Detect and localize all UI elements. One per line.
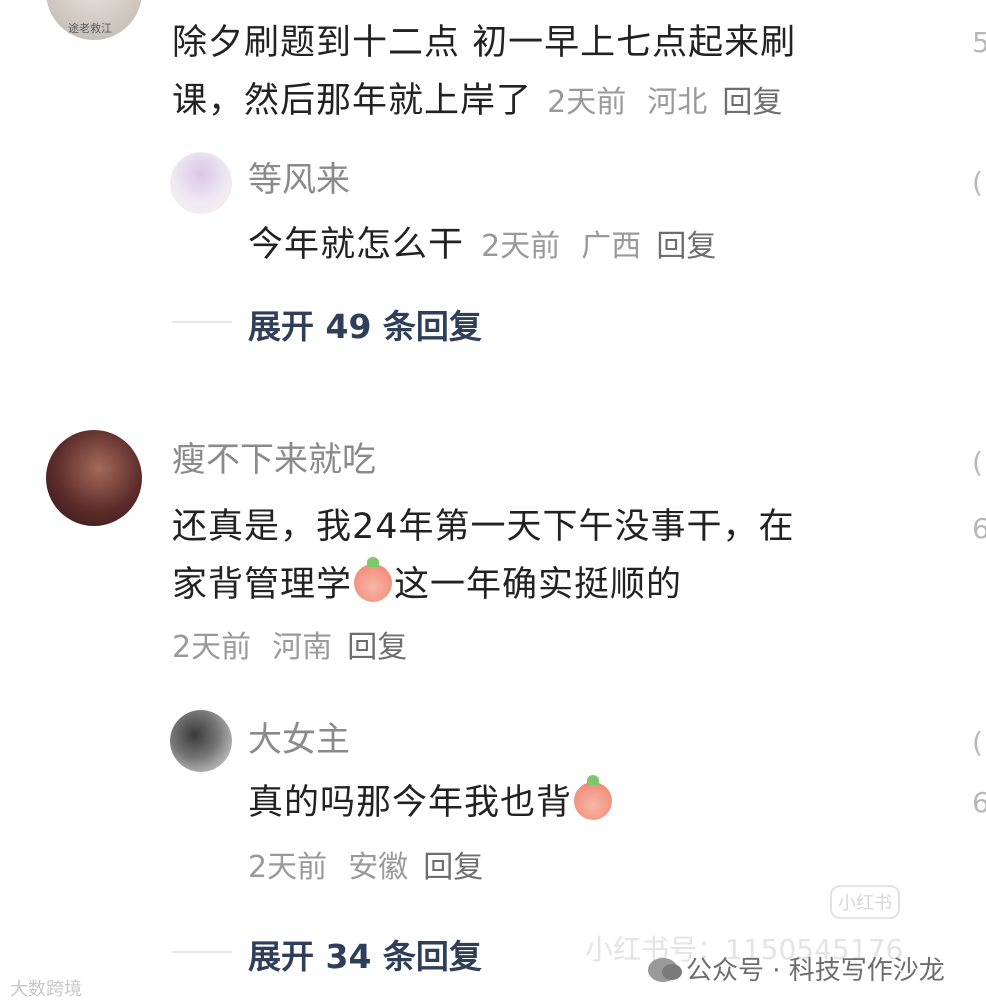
comment-text-row: 课，然后那年就上岸了 2天前 河北 回复: [172, 72, 782, 123]
comment-text-row: 家背管理学 这一年确实挺顺的: [172, 556, 682, 607]
reply-text: 今年就怎么干: [248, 225, 465, 265]
divider: [172, 321, 232, 323]
reply-time: 2天前: [248, 850, 328, 885]
comment-time: 2天前: [172, 630, 252, 665]
like-icon[interactable]: (: [972, 726, 986, 759]
reply-button[interactable]: 回复: [656, 229, 716, 264]
like-count: 6: [972, 512, 986, 545]
shy-emoji: [574, 775, 613, 820]
comment-text-line: 家背管理学: [172, 565, 353, 605]
reply-time: 2天前: [481, 229, 561, 264]
wechat-watermark: 公众号 · 科技写作沙龙: [648, 950, 945, 987]
comment-meta: 2天前 河南 回复: [172, 622, 407, 666]
divider: [172, 951, 232, 953]
avatar[interactable]: [46, 430, 142, 526]
comment-time: 2天前: [547, 85, 627, 120]
reply-author[interactable]: 大女主: [248, 712, 350, 761]
reply-button[interactable]: 回复: [423, 850, 483, 885]
reply-author[interactable]: 等风来: [248, 152, 350, 201]
like-icon[interactable]: (: [972, 446, 986, 479]
comment-text-line: 还真是，我24年第一天下午没事干，在: [172, 507, 795, 547]
corner-watermark: 大数跨境: [10, 979, 82, 1000]
comment-thread: 途老救江 除夕刷题到十二点 初一早上七点起来刷 课，然后那年就上岸了 2天前 河…: [0, 0, 986, 1008]
like-icon[interactable]: 5: [972, 26, 986, 59]
avatar-tag: 途老救江: [68, 22, 112, 35]
reply-button[interactable]: 回复: [722, 85, 782, 120]
comment-location: 河南: [272, 630, 333, 665]
like-icon[interactable]: (: [972, 166, 986, 199]
reply-meta: 2天前 安徽 回复: [248, 842, 483, 886]
avatar[interactable]: [170, 152, 232, 214]
wechat-icon: [648, 958, 682, 982]
like-count: 6: [972, 786, 986, 819]
wechat-label: 公众号 · 科技写作沙龙: [686, 956, 945, 986]
reply-button[interactable]: 回复: [347, 630, 407, 665]
expand-replies-button[interactable]: 展开 34 条回复: [248, 930, 482, 978]
reply-location: 安徽: [348, 850, 409, 885]
reply-text: 真的吗那今年我也背: [248, 783, 573, 823]
cry-laugh-emoji: [354, 557, 393, 602]
app-watermark-badge: 小红书: [830, 885, 900, 919]
comment-location: 河北: [647, 85, 708, 120]
comment-text-line: 课，然后那年就上岸了: [172, 81, 533, 121]
avatar[interactable]: 途老救江: [46, 0, 142, 40]
reply-text-row: 真的吗那今年我也背: [248, 774, 614, 825]
expand-replies-button[interactable]: 展开 49 条回复: [248, 300, 482, 348]
avatar[interactable]: [170, 710, 232, 772]
reply-text-row: 今年就怎么干 2天前 广西 回复: [248, 216, 716, 267]
comment-author[interactable]: 瘦不下来就吃: [172, 432, 376, 481]
comment-text-line: 除夕刷题到十二点 初一早上七点起来刷: [172, 23, 797, 63]
reply-location: 广西: [581, 229, 642, 264]
comment-text-line: 这一年确实挺顺的: [394, 565, 683, 605]
